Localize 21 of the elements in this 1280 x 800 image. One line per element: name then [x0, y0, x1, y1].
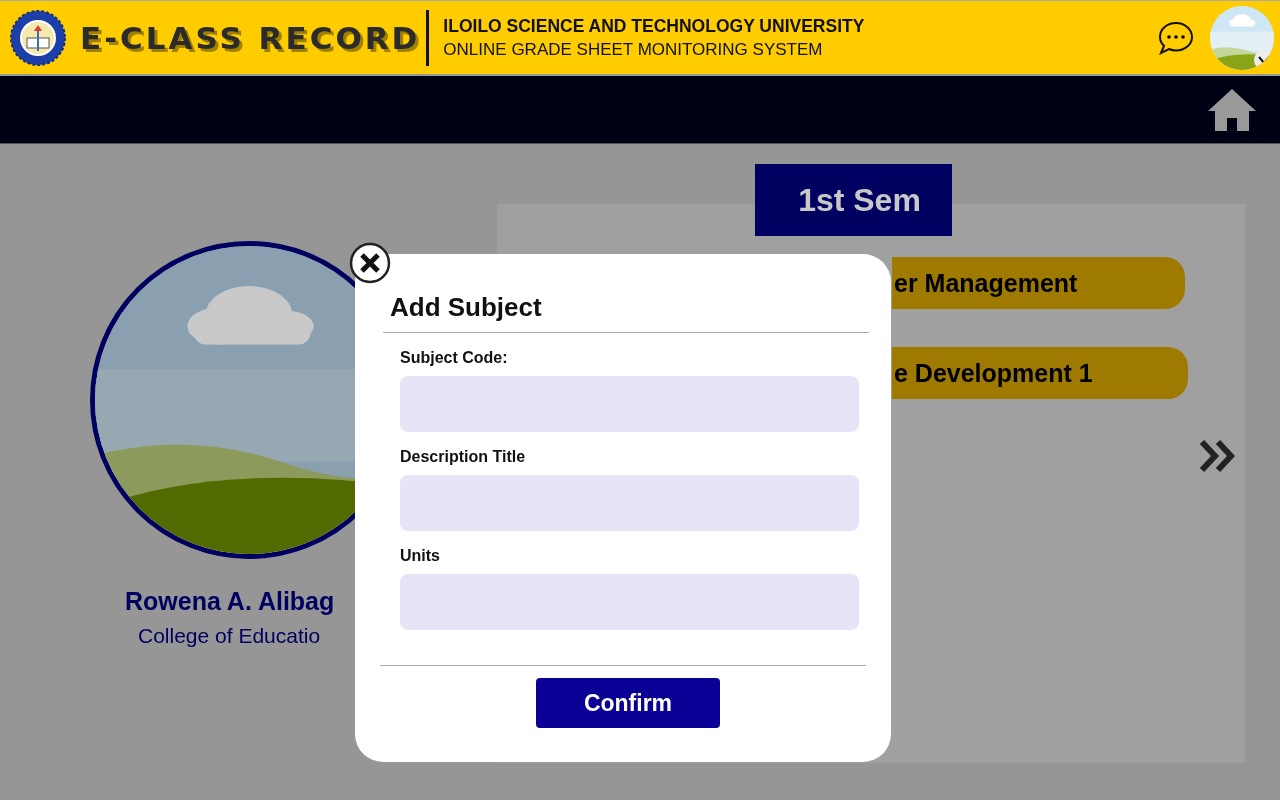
field-label: Description Title — [400, 448, 527, 466]
subject-button[interactable]: e Development 1 — [892, 347, 1188, 399]
app-title: E-CLASS RECORD — [80, 9, 430, 66]
university-seal-icon — [10, 9, 66, 66]
input-field[interactable] — [400, 574, 859, 630]
profile-name: Rowena A. Alibag — [125, 587, 335, 616]
close-icon[interactable] — [349, 242, 391, 284]
subject-button[interactable]: er Management — [892, 257, 1185, 309]
home-icon[interactable] — [1208, 88, 1256, 131]
input-field[interactable] — [400, 376, 859, 432]
university-name: ILOILO SCIENCE AND TECHNOLOGY UNIVERSITY — [443, 15, 865, 37]
semester-tab[interactable]: 1st Sem — [755, 164, 952, 236]
modal-title: Add Subject — [383, 292, 869, 333]
profile-college: College of Educatio — [138, 624, 321, 648]
field-label: Subject Code: — [400, 349, 509, 367]
chat-icon[interactable] — [1158, 20, 1194, 55]
system-name: ONLINE GRADE SHEET MONITORING SYSTEM — [443, 39, 824, 60]
confirm-button[interactable]: Confirm — [536, 678, 720, 728]
field-label: Units — [400, 547, 441, 565]
double-chevron-right-icon[interactable] — [1199, 439, 1235, 473]
input-field[interactable] — [400, 475, 859, 531]
